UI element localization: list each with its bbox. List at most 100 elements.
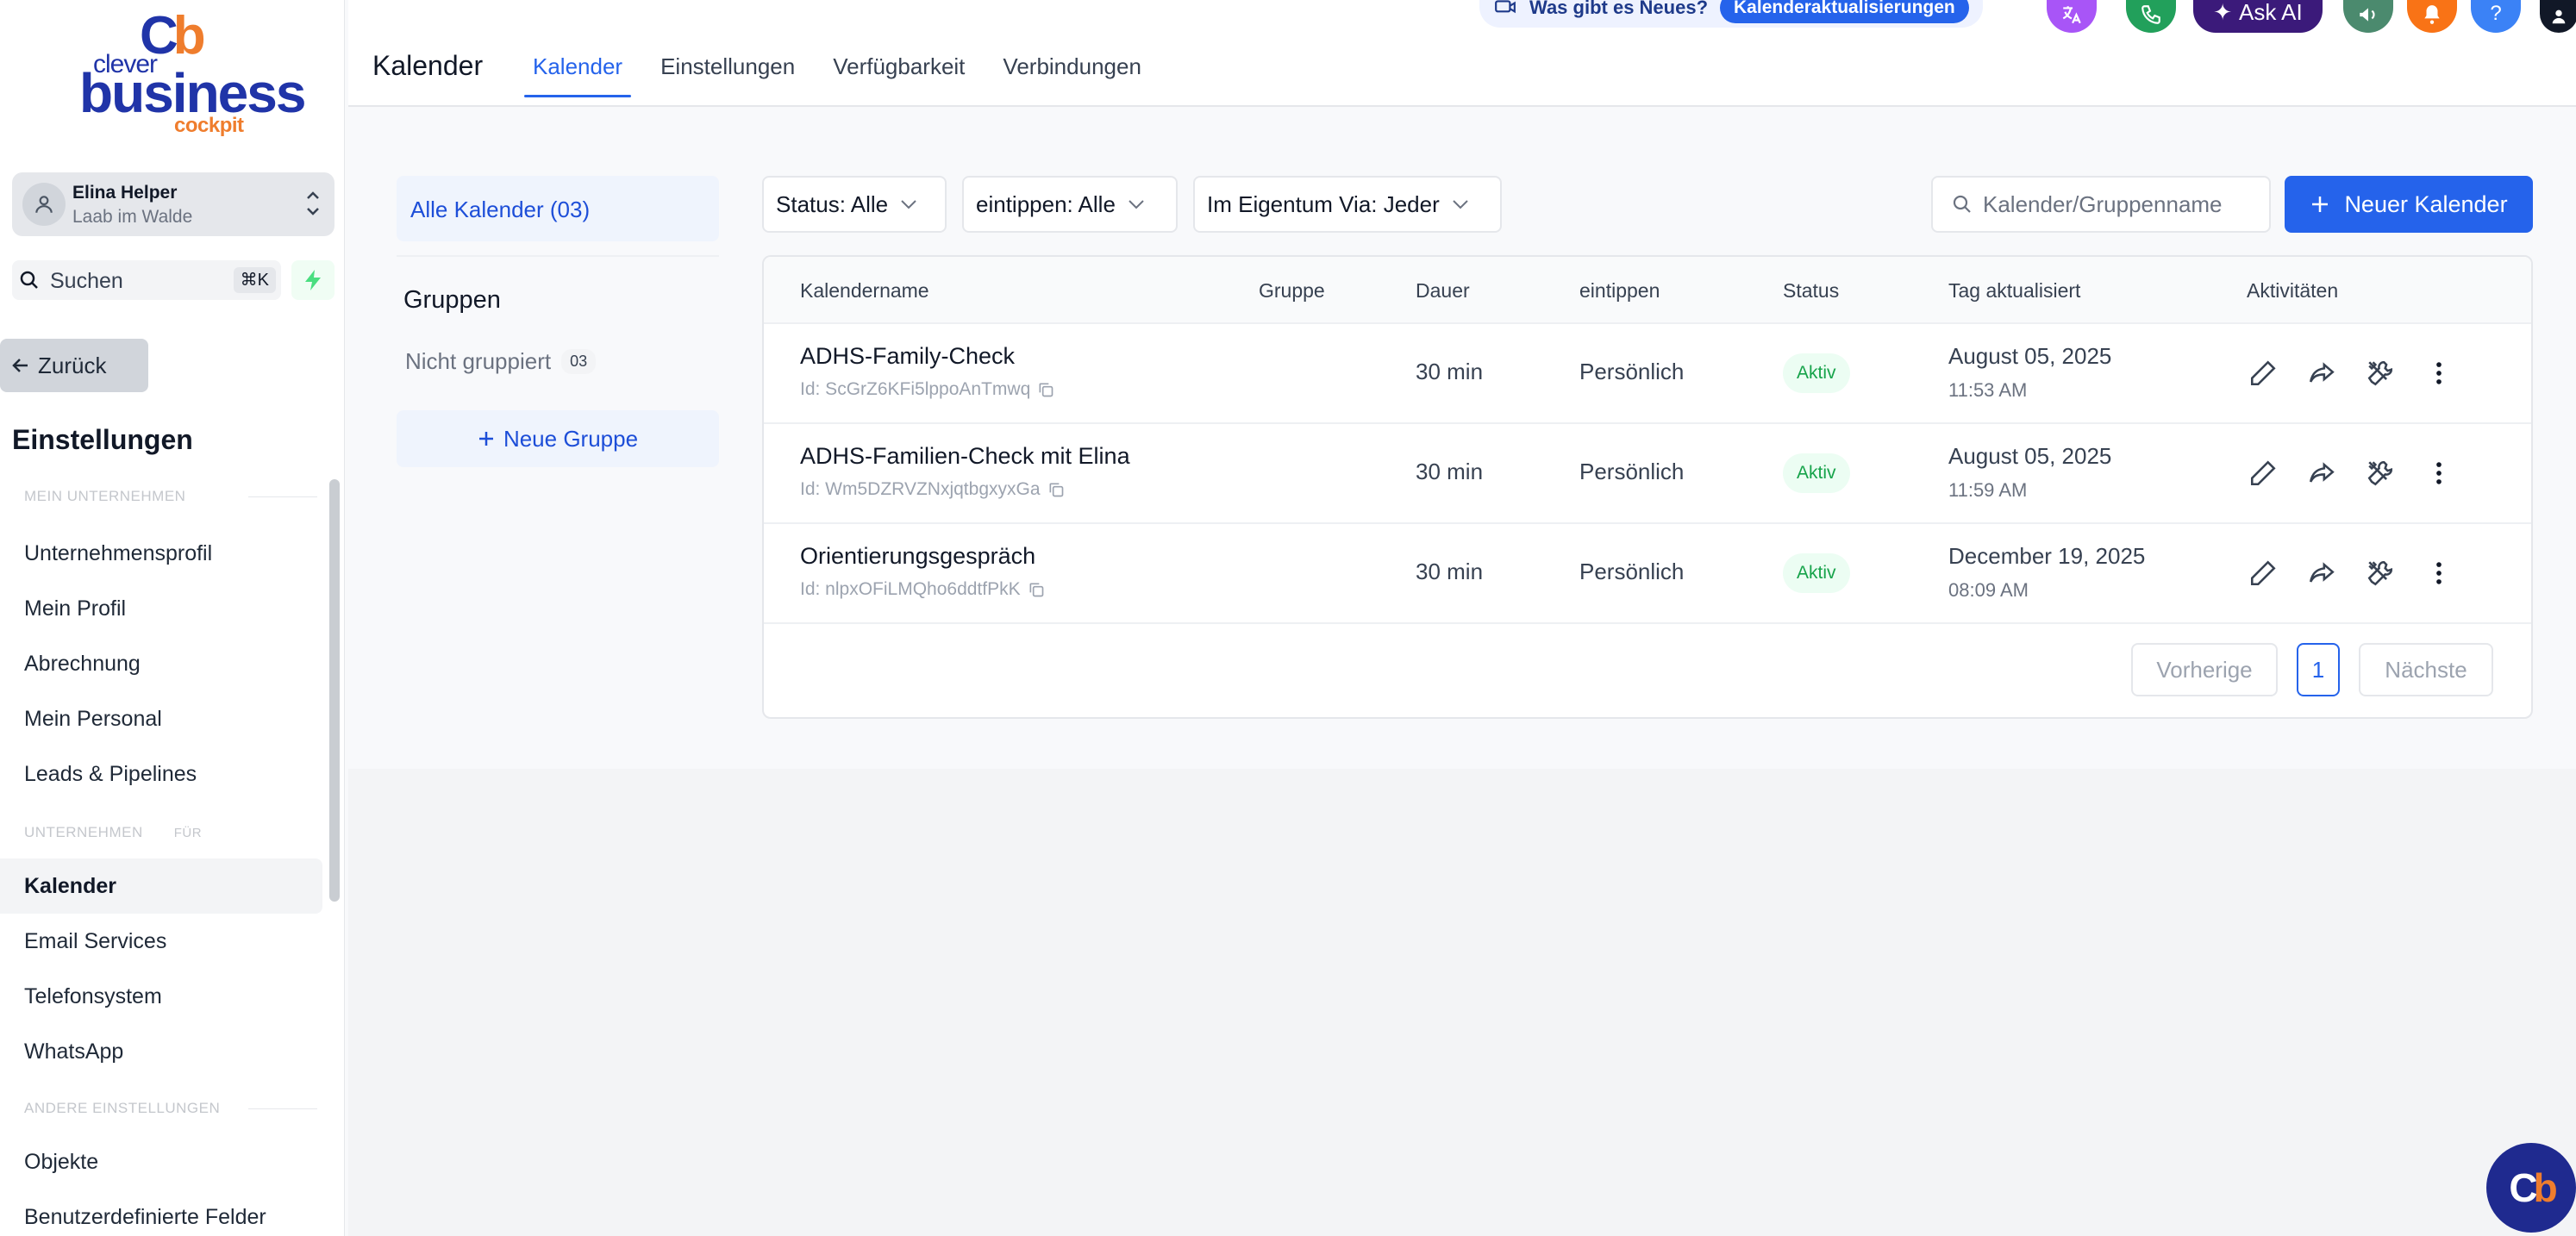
more-vertical-icon[interactable] (2423, 357, 2455, 390)
phone-button[interactable] (2126, 0, 2176, 33)
tools-icon[interactable] (2364, 457, 2397, 490)
tab-kalender[interactable]: Kalender (514, 43, 641, 101)
sparkle-icon: ✦ (2213, 0, 2233, 25)
announcements-button[interactable] (2343, 0, 2393, 33)
back-button[interactable]: Zurück (0, 339, 148, 392)
status-filter-label: Status: Alle (776, 190, 889, 217)
profile-avatar[interactable] (2540, 0, 2576, 33)
megaphone-icon (1495, 0, 1516, 14)
nav-item-telefonsystem[interactable]: Telefonsystem (0, 969, 322, 1024)
share-icon[interactable] (2305, 357, 2338, 390)
nav-item-objekte[interactable]: Objekte (0, 1134, 322, 1189)
calendar-id: Id: ScGrZ6KFi5lppoAnTmwq (800, 379, 1054, 400)
group-ungrouped[interactable]: Nicht gruppiert 03 (405, 348, 597, 375)
arrow-left-icon (12, 359, 28, 372)
chevron-down-icon (901, 200, 916, 209)
col-duration: Dauer (1416, 279, 1470, 302)
fab-mark-c: C (2509, 1165, 2537, 1210)
tools-icon[interactable] (2364, 557, 2397, 590)
table-row[interactable]: ADHS-Familien-Check mit Elina Id: Wm5DZR… (764, 424, 2531, 524)
sidebar-search[interactable]: Suchen ⌘K (12, 260, 281, 300)
status-badge: Aktiv (1783, 353, 1850, 393)
chevron-down-icon (1453, 200, 1468, 209)
nav-item-kalender[interactable]: Kalender (0, 858, 322, 914)
tab-einstellungen[interactable]: Einstellungen (641, 43, 814, 101)
type-filter[interactable]: eintippen: Alle (962, 176, 1178, 233)
nav-item-abrechnung[interactable]: Abrechnung (0, 636, 322, 691)
account-name: Elina Helper (72, 183, 178, 203)
calendar-updates-pill[interactable]: Kalenderaktualisierungen (1720, 0, 1969, 23)
copy-icon[interactable] (1028, 581, 1045, 598)
notifications-button[interactable] (2407, 0, 2457, 33)
chat-widget-button[interactable]: Cb (2486, 1143, 2576, 1233)
table-row[interactable]: ADHS-Family-Check Id: ScGrZ6KFi5lppoAnTm… (764, 324, 2531, 424)
share-icon[interactable] (2305, 457, 2338, 490)
phone-icon (2141, 5, 2160, 24)
whats-new-banner[interactable]: Was gibt es Neues? Kalenderaktualisierun… (1479, 0, 1983, 28)
help-button[interactable]: ? (2471, 0, 2521, 33)
copy-icon[interactable] (1047, 481, 1065, 498)
nav-section-business: UNTERNEHMEN FÜR (24, 824, 203, 840)
edit-icon[interactable] (2247, 357, 2279, 390)
col-status: Status (1783, 279, 1840, 302)
translate-button[interactable] (2047, 0, 2097, 33)
logo-cockpit: cockpit (174, 114, 244, 137)
updated-date: August 05, 2025 (1948, 443, 2112, 469)
next-page-button[interactable]: Nächste (2359, 643, 2493, 696)
col-calendar-name: Kalendername (800, 279, 929, 302)
row-actions (2247, 557, 2455, 590)
page-number-button[interactable]: 1 (2297, 643, 2340, 696)
more-vertical-icon[interactable] (2423, 457, 2455, 490)
content-background (348, 769, 2576, 1236)
account-location: Laab im Walde (72, 207, 193, 227)
owner-filter[interactable]: Im Eigentum Via: Jeder (1193, 176, 1502, 233)
tab-verfuegbarkeit[interactable]: Verfügbarkeit (814, 43, 984, 101)
calendar-type: Persönlich (1579, 559, 1685, 584)
edit-icon[interactable] (2247, 557, 2279, 590)
sidebar-scrollbar[interactable] (329, 479, 340, 902)
new-group-label: Neue Gruppe (503, 425, 639, 452)
ask-ai-button[interactable]: ✦ Ask AI (2193, 0, 2323, 33)
group-all-calendars[interactable]: Alle Kalender (03) (397, 176, 719, 241)
group-count-badge: 03 (561, 349, 597, 374)
ask-ai-label: Ask AI (2239, 0, 2303, 25)
plus-icon (2312, 197, 2329, 212)
bell-icon (2424, 5, 2440, 24)
prev-page-button[interactable]: Vorherige (2131, 643, 2278, 696)
settings-nav: MEIN UNTERNEHMEN Unternehmensprofil Mein… (0, 476, 322, 1236)
back-label: Zurück (38, 352, 107, 378)
nav-item-leads-pipelines[interactable]: Leads & Pipelines (0, 746, 322, 802)
updated-time: 08:09 AM (1948, 579, 2029, 601)
more-vertical-icon[interactable] (2423, 557, 2455, 590)
quick-action-button[interactable] (291, 260, 335, 300)
brand-logo[interactable]: Cb clever business cockpit (79, 5, 306, 137)
calendar-search-input[interactable]: Kalender/Gruppenname (1931, 176, 2271, 233)
calendar-duration: 30 min (1416, 359, 1484, 384)
share-icon[interactable] (2305, 557, 2338, 590)
tab-verbindungen[interactable]: Verbindungen (984, 43, 1160, 101)
calendar-name[interactable]: ADHS-Familien-Check mit Elina (800, 443, 1130, 470)
nav-item-mein-profil[interactable]: Mein Profil (0, 581, 322, 636)
edit-icon[interactable] (2247, 457, 2279, 490)
col-updated: Tag aktualisiert (1948, 279, 2081, 302)
nav-item-whatsapp[interactable]: WhatsApp (0, 1024, 322, 1079)
copy-icon[interactable] (1037, 381, 1054, 398)
new-group-button[interactable]: Neue Gruppe (397, 410, 719, 467)
nav-item-email-services[interactable]: Email Services (0, 914, 322, 969)
nav-item-unternehmensprofil[interactable]: Unternehmensprofil (0, 526, 322, 581)
page-title: Kalender (372, 50, 484, 81)
calendar-name[interactable]: Orientierungsgespräch (800, 543, 1035, 570)
account-switcher[interactable]: Elina Helper Laab im Walde (12, 172, 335, 236)
tools-icon[interactable] (2364, 357, 2397, 390)
new-calendar-button[interactable]: Neuer Kalender (2285, 176, 2533, 233)
user-icon (2552, 9, 2566, 24)
updated-date: December 19, 2025 (1948, 543, 2146, 569)
table-row[interactable]: Orientierungsgespräch Id: nlpxOFiLMQho6d… (764, 524, 2531, 624)
status-filter[interactable]: Status: Alle (762, 176, 947, 233)
calendar-name[interactable]: ADHS-Family-Check (800, 343, 1015, 370)
tab-bar: Kalender Einstellungen Verfügbarkeit Ver… (514, 43, 1160, 101)
nav-item-mein-personal[interactable]: Mein Personal (0, 691, 322, 746)
nav-item-custom-fields[interactable]: Benutzerdefinierte Felder (0, 1189, 322, 1236)
calendar-id: Id: nlpxOFiLMQho6ddtfPkK (800, 579, 1045, 600)
row-actions (2247, 357, 2455, 390)
